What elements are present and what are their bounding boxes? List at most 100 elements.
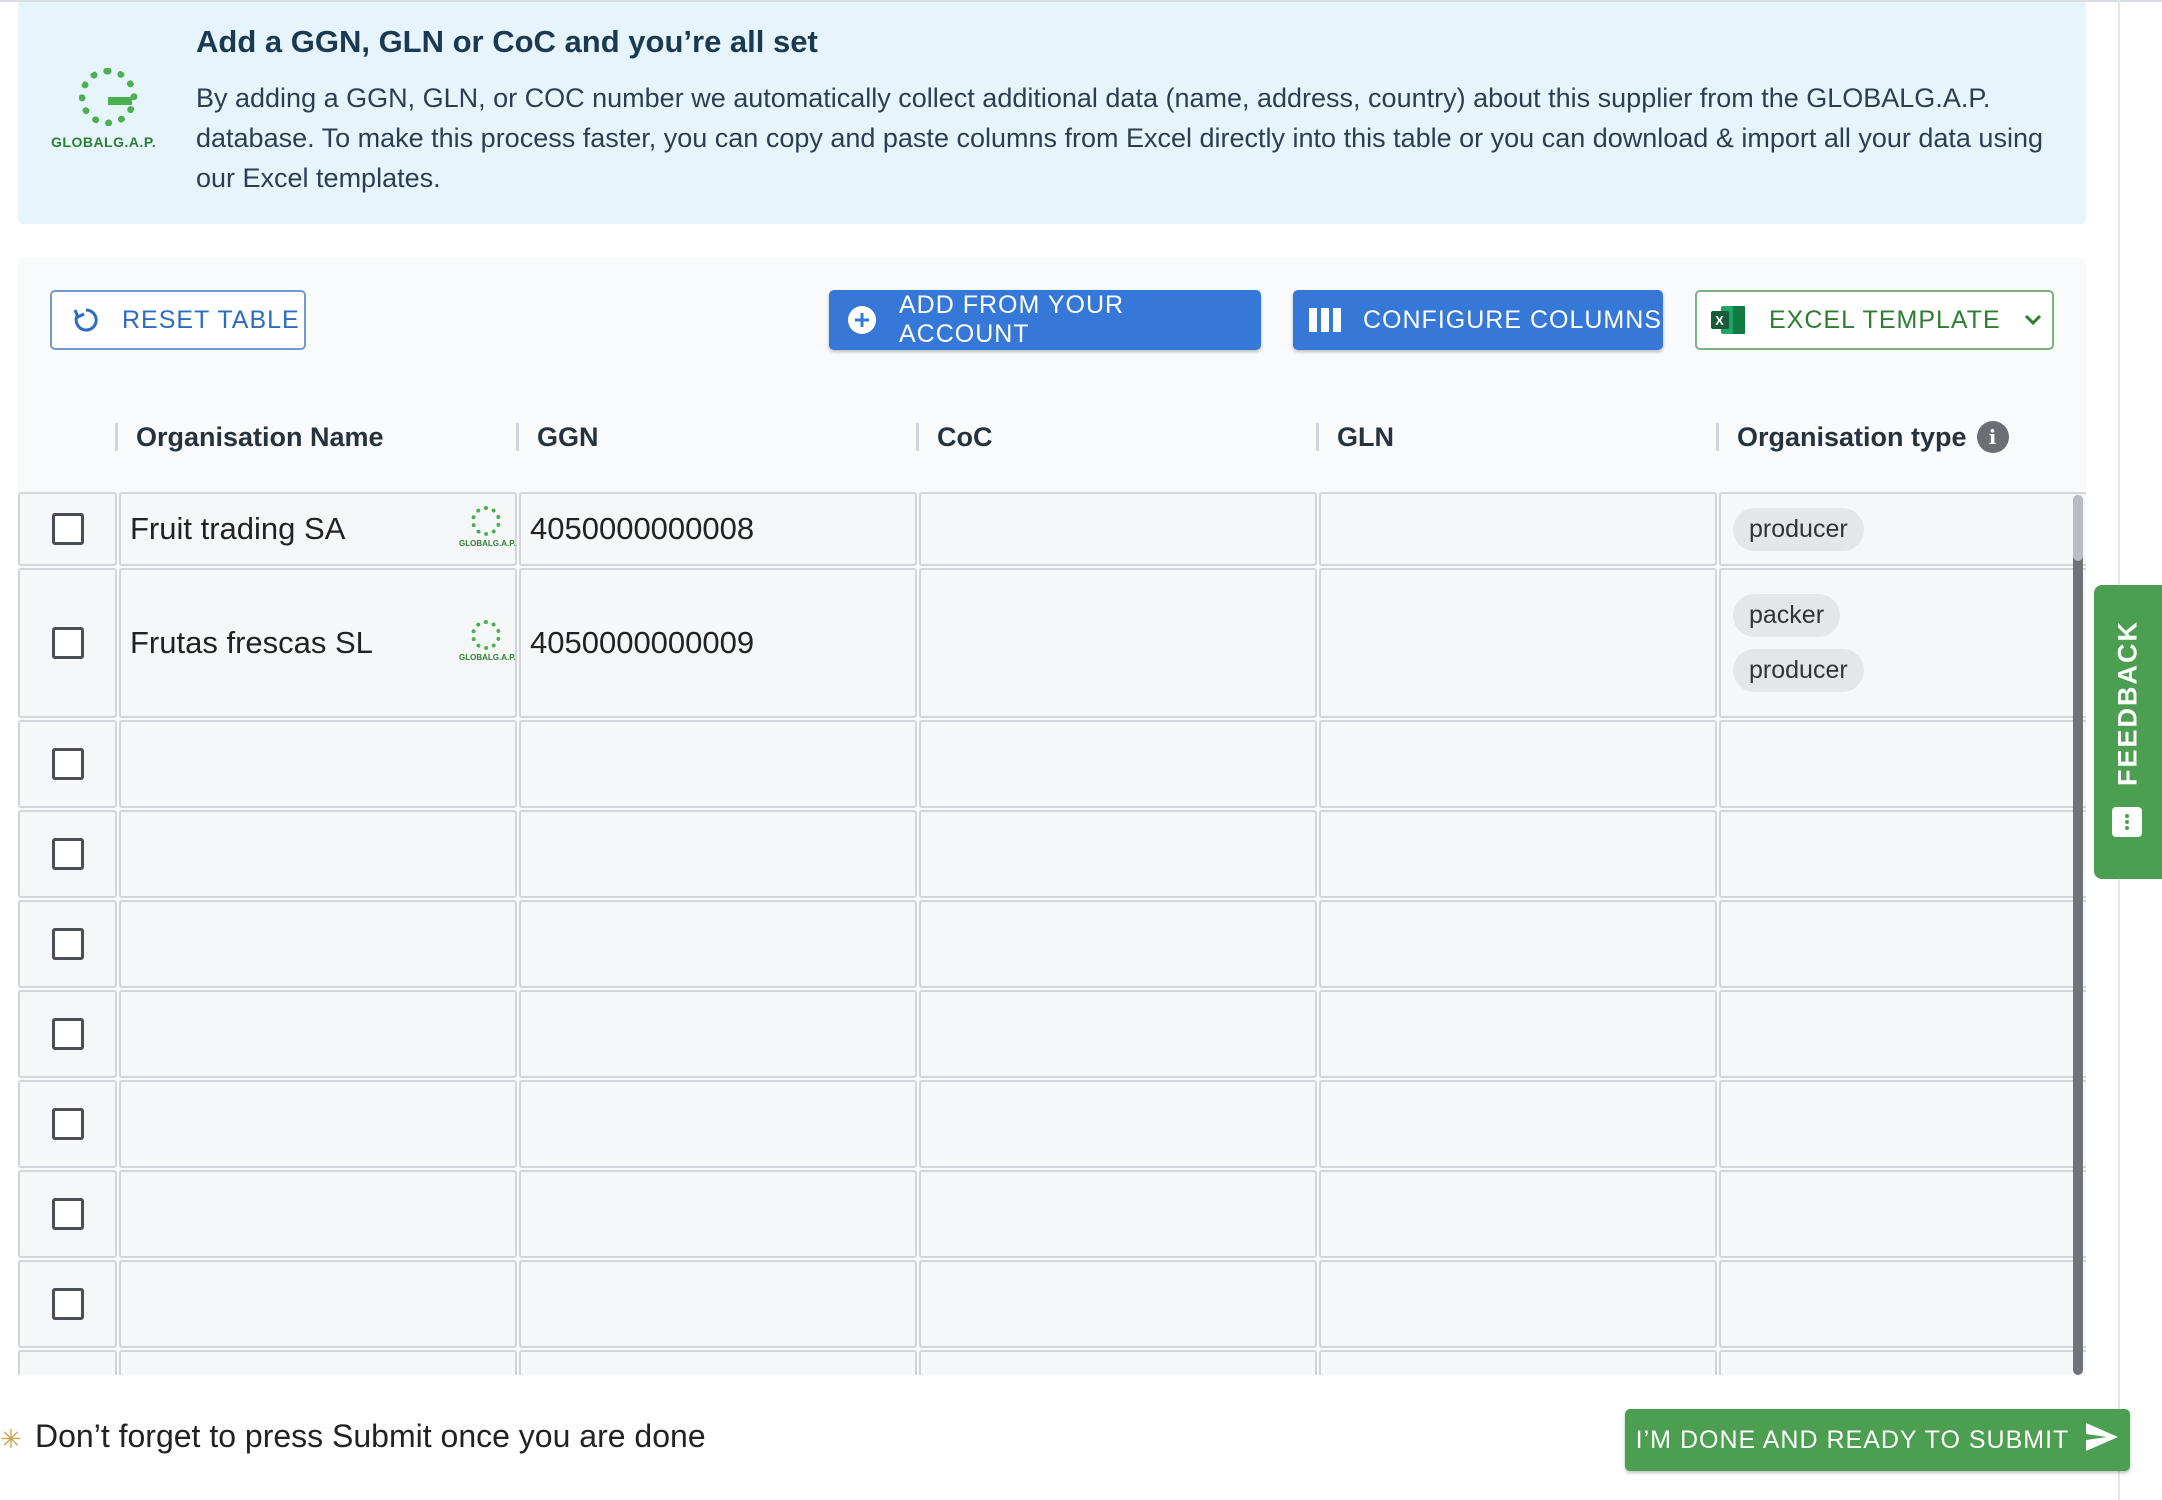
globalgap-logo-icon: GLOBALG.A.P. (459, 506, 516, 552)
coc-cell[interactable] (919, 1080, 1317, 1168)
globalgap-g-icon (79, 68, 137, 126)
reset-table-label: RESET TABLE (122, 305, 300, 334)
table-row (18, 810, 2086, 898)
table-row (18, 900, 2086, 988)
gln-cell[interactable] (1319, 568, 1717, 718)
coc-cell[interactable] (919, 1260, 1317, 1348)
row-checkbox[interactable] (51, 748, 84, 780)
coc-cell[interactable] (919, 720, 1317, 808)
ggn-cell[interactable] (519, 720, 917, 808)
feedback-tab[interactable]: FEEDBACK (2094, 585, 2162, 879)
organisation-type-cell[interactable] (1719, 1350, 2086, 1375)
column-header-organisation-name[interactable]: Organisation Name (115, 405, 384, 469)
reset-table-button[interactable]: RESET TABLE (50, 290, 306, 350)
gln-cell[interactable] (1319, 990, 1717, 1078)
organisation-name-cell[interactable] (119, 990, 517, 1078)
ggn-cell[interactable] (519, 1260, 917, 1348)
ggn-cell[interactable] (519, 1350, 917, 1375)
ggn-cell[interactable] (519, 1080, 917, 1168)
gln-cell[interactable] (1319, 810, 1717, 898)
coc-cell[interactable] (919, 1350, 1317, 1375)
info-banner: GLOBALG.A.P. Add a GGN, GLN or CoC and y… (18, 2, 2086, 224)
ggn-cell[interactable] (519, 990, 917, 1078)
coc-cell[interactable] (919, 900, 1317, 988)
configure-columns-button[interactable]: CONFIGURE COLUMNS (1293, 290, 1663, 350)
type-chip: producer (1733, 507, 1864, 551)
add-from-account-button[interactable]: ADD FROM YOUR ACCOUNT (829, 290, 1261, 350)
excel-template-button[interactable]: X EXCEL TEMPLATE (1695, 290, 2054, 350)
gln-cell[interactable] (1319, 900, 1717, 988)
row-checkbox[interactable] (51, 627, 84, 659)
table-scrollbar[interactable] (2073, 495, 2083, 1375)
row-select-cell (18, 492, 117, 566)
gln-cell[interactable] (1319, 1260, 1717, 1348)
row-select-cell (18, 810, 117, 898)
gln-cell[interactable] (1319, 1350, 1717, 1375)
gln-cell[interactable] (1319, 1170, 1717, 1258)
organisation-name-cell[interactable] (119, 810, 517, 898)
coc-cell[interactable] (919, 810, 1317, 898)
row-select-cell (18, 1170, 117, 1258)
organisation-name-cell[interactable] (119, 1170, 517, 1258)
row-checkbox[interactable] (51, 1108, 84, 1140)
row-checkbox[interactable] (51, 928, 84, 960)
ggn-cell[interactable]: 4050000000009 (519, 568, 917, 718)
feedback-label: FEEDBACK (2112, 619, 2143, 787)
organisation-name-cell[interactable]: Fruit trading SA GLOBALG.A.P. (119, 492, 517, 566)
organisation-name-cell[interactable] (119, 1080, 517, 1168)
column-header-coc[interactable]: CoC (916, 405, 993, 469)
ggn-value: 4050000000008 (530, 511, 755, 546)
column-separator (516, 423, 519, 451)
excel-template-label: EXCEL TEMPLATE (1769, 305, 2001, 334)
row-checkbox[interactable] (51, 1018, 84, 1050)
organisation-name-cell[interactable] (119, 900, 517, 988)
chevron-down-icon[interactable] (2023, 313, 2043, 327)
organisation-name-cell[interactable] (119, 1260, 517, 1348)
row-select-cell (18, 568, 117, 718)
column-header-label: CoC (937, 421, 993, 452)
ggn-cell[interactable]: 4050000000008 (519, 492, 917, 566)
row-checkbox[interactable] (51, 1198, 84, 1230)
organisation-type-cell[interactable] (1719, 720, 2086, 808)
table-row (18, 1350, 2086, 1375)
table-row (18, 1170, 2086, 1258)
party-icon: ✳ (0, 1424, 22, 1454)
coc-cell[interactable] (919, 568, 1317, 718)
type-chip: packer (1733, 594, 1841, 637)
gln-cell[interactable] (1319, 492, 1717, 566)
organisation-type-cell[interactable] (1719, 900, 2086, 988)
organisation-type-cell[interactable] (1719, 1260, 2086, 1348)
column-header-organisation-type[interactable]: Organisation type i (1716, 405, 2009, 469)
organisation-type-cell[interactable] (1719, 1080, 2086, 1168)
ggn-cell[interactable] (519, 810, 917, 898)
organisation-name-cell[interactable] (119, 1350, 517, 1375)
gln-cell[interactable] (1319, 1080, 1717, 1168)
table-row (18, 720, 2086, 808)
organisation-name-cell[interactable] (119, 720, 517, 808)
organisation-type-cell[interactable]: packer producer (1719, 568, 2086, 718)
coc-cell[interactable] (919, 990, 1317, 1078)
column-header-gln[interactable]: GLN (1316, 405, 1394, 469)
coc-cell[interactable] (919, 492, 1317, 566)
row-checkbox[interactable] (51, 1288, 84, 1320)
suppliers-table: Fruit trading SA GLOBALG.A.P. 4050000000… (18, 492, 2086, 1375)
gln-cell[interactable] (1319, 720, 1717, 808)
organisation-type-cell[interactable] (1719, 990, 2086, 1078)
banner-title: Add a GGN, GLN or CoC and you’re all set (196, 24, 818, 59)
ggn-cell[interactable] (519, 1170, 917, 1258)
organisation-type-cell[interactable] (1719, 1170, 2086, 1258)
row-checkbox[interactable] (51, 513, 84, 545)
info-icon[interactable]: i (1976, 421, 2009, 453)
ggn-cell[interactable] (519, 900, 917, 988)
organisation-type-cell[interactable]: producer (1719, 492, 2086, 566)
organisation-type-cell[interactable] (1719, 810, 2086, 898)
globalgap-logo: GLOBALG.A.P. (51, 68, 161, 158)
coc-cell[interactable] (919, 1170, 1317, 1258)
organisation-name-cell[interactable]: Frutas frescas SL GLOBALG.A.P. (119, 568, 517, 718)
table-row (18, 990, 2086, 1078)
column-header-ggn[interactable]: GGN (516, 405, 599, 469)
column-separator (115, 423, 118, 451)
submit-button[interactable]: I’M DONE AND READY TO SUBMIT (1625, 1409, 2130, 1471)
excel-icon: X (1711, 304, 1747, 336)
row-checkbox[interactable] (51, 838, 84, 870)
